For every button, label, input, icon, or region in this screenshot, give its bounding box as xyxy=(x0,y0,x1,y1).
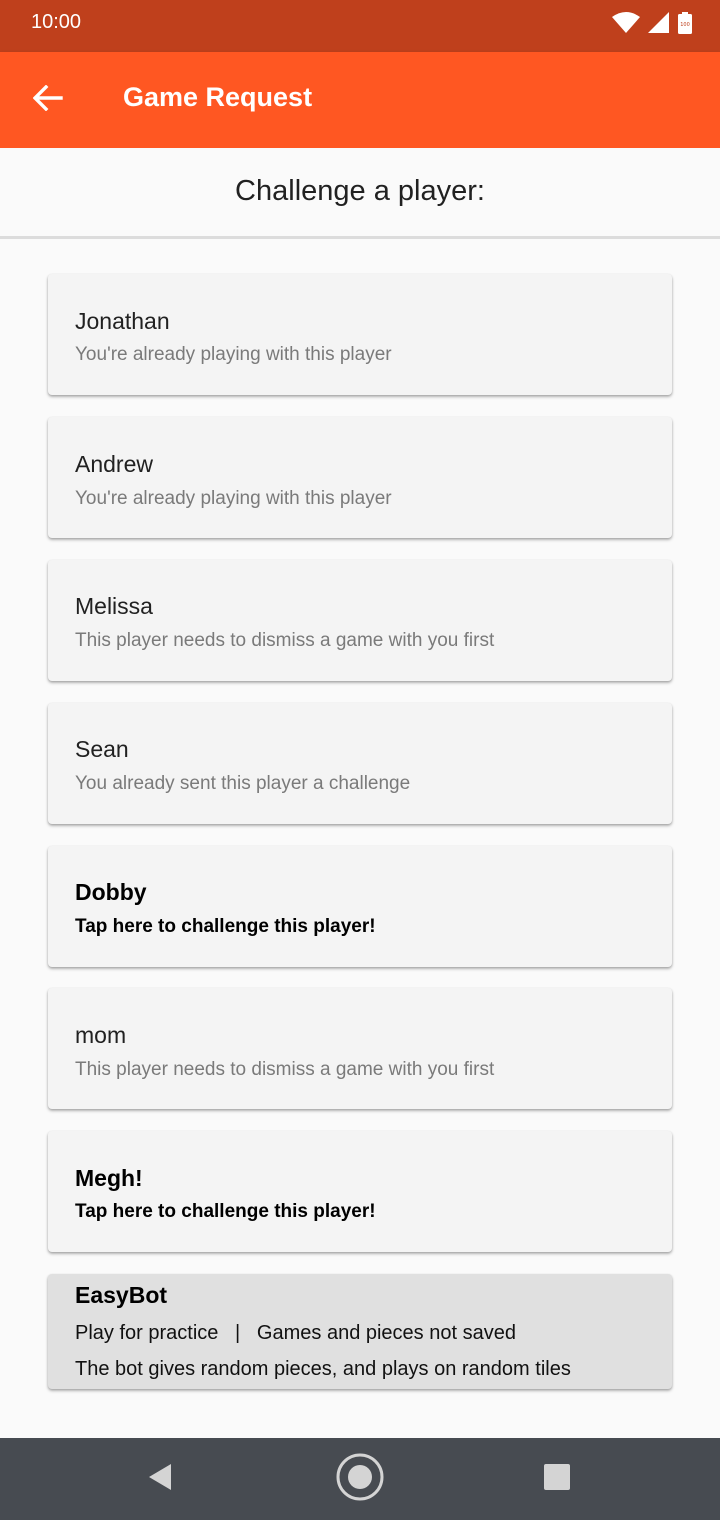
system-nav-bar xyxy=(0,1438,720,1520)
nav-back-button[interactable] xyxy=(135,1454,185,1504)
player-card-megh[interactable]: Megh! Tap here to challenge this player! xyxy=(48,1131,672,1252)
player-card-sean[interactable]: Sean You already sent this player a chal… xyxy=(48,703,672,824)
player-card-mom[interactable]: mom This player needs to dismiss a game … xyxy=(48,988,672,1109)
signal-icon xyxy=(648,12,670,34)
challenge-prompt: Tap here to challenge this player! xyxy=(75,916,376,937)
player-status: You're already playing with this player xyxy=(75,344,392,365)
challenge-heading: Challenge a player: xyxy=(235,175,485,207)
wifi-icon xyxy=(612,12,640,34)
circle-home-icon xyxy=(335,1452,385,1506)
status-icons: 100 xyxy=(612,12,692,34)
player-card-andrew[interactable]: Andrew You're already playing with this … xyxy=(48,417,672,538)
player-name: Dobby xyxy=(75,879,147,905)
arrow-back-icon xyxy=(32,84,63,115)
square-recents-icon xyxy=(543,1463,571,1495)
player-name: Sean xyxy=(75,736,129,762)
player-name: Andrew xyxy=(75,451,153,477)
player-name: Melissa xyxy=(75,593,153,619)
bot-description: The bot gives random pieces, and plays o… xyxy=(75,1358,571,1380)
status-bar: 10:00 100 xyxy=(0,0,720,52)
nav-home-button[interactable] xyxy=(335,1452,385,1506)
battery-level-text: 100 xyxy=(680,22,690,28)
player-name: Megh! xyxy=(75,1165,143,1191)
player-status: You're already playing with this player xyxy=(75,488,392,509)
battery-icon: 100 xyxy=(678,12,692,34)
player-name: Jonathan xyxy=(75,308,170,334)
player-card-jonathan[interactable]: Jonathan You're already playing with thi… xyxy=(48,274,672,395)
header-area: Challenge a player: xyxy=(0,148,720,238)
bot-card-easybot[interactable]: EasyBot Play for practice | Games and pi… xyxy=(48,1274,672,1389)
nav-recents-button[interactable] xyxy=(532,1454,582,1504)
app-bar: Game Request xyxy=(0,52,720,148)
player-card-melissa[interactable]: Melissa This player needs to dismiss a g… xyxy=(48,560,672,681)
back-button[interactable] xyxy=(22,76,74,124)
status-time: 10:00 xyxy=(31,11,82,33)
triangle-back-icon xyxy=(147,1463,173,1495)
page-title: Game Request xyxy=(123,82,313,112)
player-status: This player needs to dismiss a game with… xyxy=(75,1059,495,1080)
header-divider xyxy=(0,236,720,239)
bot-name: EasyBot xyxy=(75,1282,168,1308)
bot-info: Play for practice | Games and pieces not… xyxy=(75,1322,516,1344)
player-status: This player needs to dismiss a game with… xyxy=(75,630,495,651)
player-status: You already sent this player a challenge xyxy=(75,773,411,794)
player-name: mom xyxy=(75,1022,127,1048)
challenge-prompt: Tap here to challenge this player! xyxy=(75,1201,376,1222)
player-card-dobby[interactable]: Dobby Tap here to challenge this player! xyxy=(48,846,672,967)
